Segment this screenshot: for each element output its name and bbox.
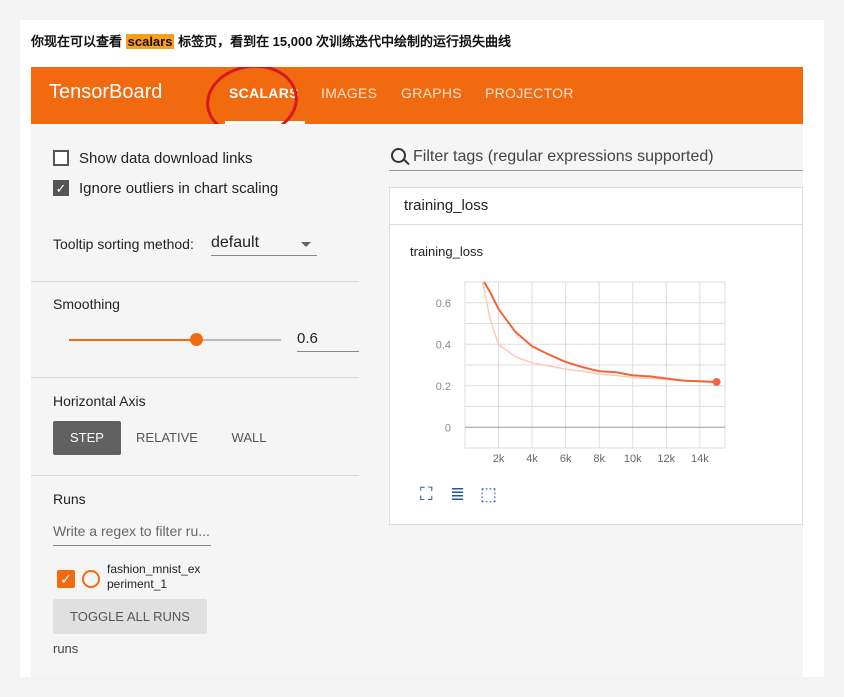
caption-text-after: 标签页，看到在 15,000 次训练迭代中绘制的运行损失曲线 — [174, 34, 512, 49]
y-tick-label: 0.6 — [436, 298, 451, 310]
x-tick-label: 8k — [593, 453, 605, 465]
divider — [31, 281, 359, 282]
caption-highlight: scalars — [125, 34, 175, 49]
search-icon — [391, 148, 406, 163]
top-bar: TensorBoard SCALARS IMAGES GRAPHS PROJEC… — [31, 67, 803, 144]
divider — [31, 475, 359, 476]
tab-graphs[interactable]: GRAPHS — [401, 85, 462, 101]
run-checkbox[interactable]: ✓ — [57, 570, 75, 588]
show-download-label: Show data download links — [79, 150, 253, 167]
brand-title: TensorBoard — [49, 81, 163, 103]
x-tick-label: 6k — [560, 453, 572, 465]
tag-filter-placeholder: Filter tags (regular expressions support… — [413, 148, 714, 165]
chevron-down-icon — [301, 242, 311, 247]
ignore-outliers-checkbox[interactable]: ✓ — [53, 180, 69, 196]
tab-images[interactable]: IMAGES — [321, 85, 377, 101]
axis-step-button[interactable]: STEP — [53, 421, 121, 455]
training-loss-panel: training_loss training_loss 2k 4k 6k 8k 10k 1… — [389, 187, 803, 525]
fullscreen-icon[interactable]: ⛶ — [420, 484, 433, 505]
smoothing-slider-thumb[interactable] — [190, 333, 204, 346]
tooltip-sorting-select[interactable]: default — [211, 234, 317, 256]
y-tick-label: 0.2 — [436, 381, 451, 393]
x-tick-label: 2k — [493, 453, 505, 465]
tab-projector[interactable]: PROJECTOR — [485, 85, 574, 101]
caption: 你现在可以查看 scalars 标签页，看到在 15,000 次训练迭代中绘制的… — [31, 31, 511, 50]
fit-domain-icon[interactable]: ⬚ — [480, 484, 497, 505]
horizontal-axis-label: Horizontal Axis — [53, 393, 146, 409]
page: 你现在可以查看 scalars 标签页，看到在 15,000 次训练迭代中绘制的… — [0, 0, 844, 697]
panel-header[interactable]: training_loss — [390, 188, 803, 225]
runs-footer: runs — [53, 641, 79, 656]
run-color-indicator[interactable] — [82, 570, 100, 588]
y-tick-label: 0 — [445, 422, 451, 434]
divider — [31, 377, 359, 378]
tooltip-sorting-value: default — [211, 234, 260, 251]
log-scale-icon[interactable]: ≣ — [450, 484, 465, 505]
smoothing-value-input[interactable]: 0.6 — [297, 330, 359, 352]
show-download-checkbox[interactable] — [53, 150, 69, 166]
smoothing-slider[interactable] — [69, 333, 281, 346]
last-point-marker — [712, 378, 721, 387]
x-tick-label: 14k — [691, 453, 709, 465]
runs-label: Runs — [53, 491, 86, 507]
caption-text-before: 你现在可以查看 — [31, 34, 126, 49]
main-content: Filter tags (regular expressions support… — [389, 124, 803, 677]
x-tick-label: 10k — [624, 453, 642, 465]
run-name: fashion_mnist_ex periment_1 — [107, 562, 201, 591]
y-tick-label: 0.4 — [436, 339, 451, 351]
x-tick-label: 12k — [657, 453, 675, 465]
chart-title: training_loss — [410, 244, 483, 259]
x-tick-label: 4k — [526, 453, 538, 465]
smoothing-slider-fill — [69, 339, 197, 341]
smoothing-label: Smoothing — [53, 296, 120, 312]
tag-filter-input[interactable]: Filter tags (regular expressions support… — [389, 146, 803, 171]
ignore-outliers-label: Ignore outliers in chart scaling — [79, 180, 279, 197]
tensorboard-app: TensorBoard SCALARS IMAGES GRAPHS PROJEC… — [31, 67, 803, 677]
panel-title: training_loss — [404, 197, 489, 214]
tooltip-sorting-label: Tooltip sorting method: — [53, 236, 194, 252]
axis-wall-button[interactable]: WALL — [213, 421, 285, 455]
toggle-all-runs-button[interactable]: TOGGLE ALL RUNS — [53, 599, 207, 634]
training-loss-chart[interactable]: 2k 4k 6k 8k 10k 12k 14k 0 0.2 0.4 0.6 — [410, 266, 750, 466]
runs-regex-input[interactable]: Write a regex to filter ru... — [53, 523, 211, 546]
sidebar: Show data download links ✓ Ignore outlie… — [31, 124, 359, 677]
axis-relative-button[interactable]: RELATIVE — [129, 421, 205, 455]
